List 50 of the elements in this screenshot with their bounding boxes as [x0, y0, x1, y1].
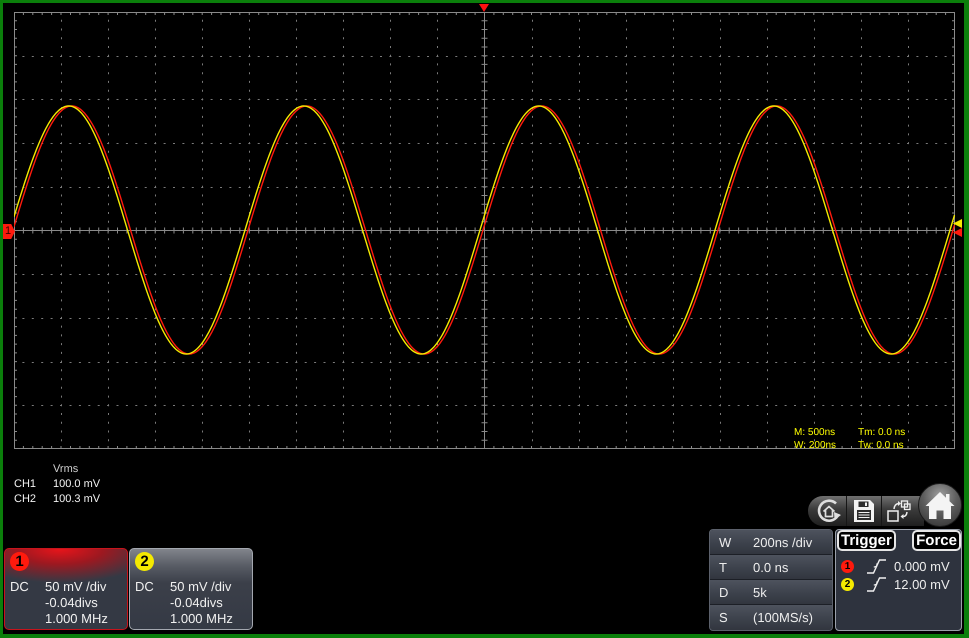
timebase-value: 200ns /div — [753, 534, 812, 550]
rising-edge-icon — [867, 558, 886, 574]
channel-badge: 2 — [135, 552, 154, 571]
channel-badge: 1 — [841, 560, 854, 572]
channel-panel[interactable]: 1 DC 50 mV /div -0.04divs 1.000 MHz — [4, 548, 128, 630]
home-icon — [925, 491, 955, 519]
triangle-marker-icon — [479, 4, 489, 12]
squares-arrows-icon — [887, 500, 911, 522]
channel-badge: 2 — [841, 578, 854, 590]
rising-edge-icon — [867, 576, 886, 592]
vertical-scale: 50 mV /div — [170, 579, 232, 595]
trigger-level: 0.000 mV — [894, 558, 950, 574]
home-button[interactable] — [918, 483, 962, 527]
timebase-row[interactable]: W 200ns /div — [710, 530, 832, 555]
coupling-label: DC — [135, 579, 155, 595]
channel-label: CH2 — [14, 492, 38, 507]
bandwidth-value: 1.000 MHz — [170, 611, 234, 627]
timebase-key: D — [719, 584, 753, 600]
timebase-row[interactable]: T 0.0 ns — [710, 555, 832, 580]
timebase-key: S — [719, 610, 753, 625]
timebase-value: 5k — [753, 584, 767, 600]
timebase-value: (100MS/s) — [753, 610, 813, 625]
timebase-readout: Tm: 0.0 ns — [858, 426, 906, 439]
channel-badge: 1 — [10, 552, 29, 571]
timebase-value: 0.0 ns — [753, 560, 788, 574]
triangle-marker-icon — [953, 228, 962, 237]
coupling-label: DC — [10, 579, 30, 595]
rms-value: 100.3 mV — [53, 492, 102, 507]
timebase-row[interactable]: D 5k — [710, 580, 832, 605]
timebase-row[interactable]: S (100MS/s) — [710, 605, 832, 630]
timebase-readout: W: 200ns — [794, 439, 838, 452]
timebase-readout: M: 500ns — [794, 426, 836, 439]
trigger-level: 12.00 mV — [894, 576, 950, 592]
save-icon — [854, 500, 874, 522]
circular-arrow-house-icon — [816, 498, 842, 524]
vertical-offset: -0.04divs — [45, 595, 99, 611]
readings-header: Vrms — [53, 462, 80, 477]
timebase-key: T — [719, 560, 753, 574]
channel-label: CH1 — [14, 477, 38, 492]
vertical-scale: 50 mV /div — [45, 579, 108, 595]
timebase-key: W — [719, 534, 753, 550]
rms-value: 100.0 mV — [53, 477, 102, 492]
triangle-marker-icon — [953, 219, 962, 228]
channel-panel[interactable]: 2 DC 50 mV /div -0.04divs 1.000 MHz — [129, 548, 253, 630]
trigger-button[interactable]: Trigger — [837, 530, 896, 551]
channel-marker: 1 — [3, 224, 15, 239]
force-button[interactable]: Force — [912, 530, 961, 551]
vertical-offset: -0.04divs — [170, 595, 224, 611]
timebase-readout: Tw: 0.0 ns — [858, 439, 905, 452]
bandwidth-value: 1.000 MHz — [45, 611, 109, 627]
